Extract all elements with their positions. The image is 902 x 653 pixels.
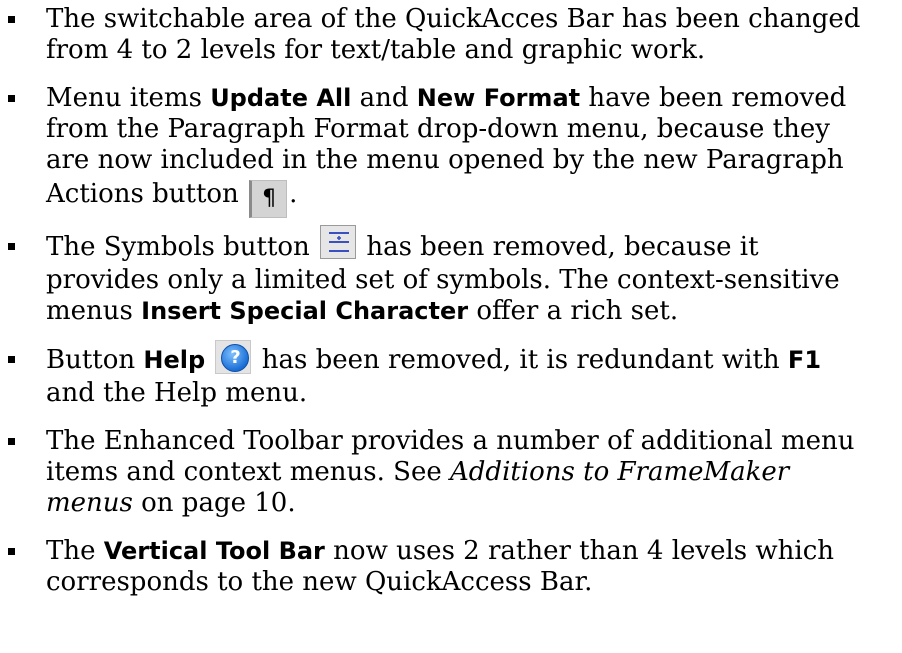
item-text: The — [46, 536, 104, 566]
list-item: Button Help ? has been removed, it is re… — [0, 340, 862, 409]
list-item: Menu items Update All and New Format hav… — [0, 83, 862, 218]
item-text: The switchable area of the QuickAcces Ba… — [46, 4, 861, 65]
bullet — [8, 16, 15, 23]
f1-key-label: F1 — [787, 346, 822, 374]
item-text: and — [351, 83, 417, 113]
insert-special-character-label: Insert Special Character — [141, 297, 469, 325]
item-text: and the Help menu. — [46, 378, 308, 408]
item-text: on page 10. — [132, 488, 296, 518]
bullet — [8, 438, 15, 445]
bullet-list: The switchable area of the QuickAcces Ba… — [0, 4, 902, 615]
item-text: has been removed, it is redundant with — [253, 345, 788, 375]
item-text: Button — [46, 345, 144, 375]
bullet — [8, 356, 15, 363]
list-item: The switchable area of the QuickAcces Ba… — [0, 4, 862, 66]
list-item: The Vertical Tool Bar now uses 2 rather … — [0, 536, 862, 598]
item-text: offer a rich set. — [468, 296, 679, 326]
new-format-label: New Format — [416, 84, 581, 112]
bullet — [8, 95, 15, 102]
list-item: The Symbols button has been removed, bec… — [0, 225, 862, 327]
paragraph-actions-button[interactable]: ¶ — [249, 180, 288, 218]
item-text: . — [289, 179, 298, 209]
item-text: The Symbols button — [46, 232, 319, 262]
vertical-tool-bar-label: Vertical Tool Bar — [103, 537, 325, 565]
help-label: Help — [143, 346, 206, 374]
help-icon: ? — [221, 344, 250, 372]
help-button[interactable]: ? — [215, 340, 252, 374]
bullet — [8, 243, 15, 250]
list-item: The Enhanced Toolbar provides a number o… — [0, 426, 862, 519]
update-all-label: Update All — [210, 84, 352, 112]
bullet — [8, 548, 15, 555]
pilcrow-icon: ¶ — [262, 186, 277, 211]
item-text: Menu items — [46, 83, 211, 113]
symbols-button[interactable] — [320, 225, 357, 259]
symbols-icon — [329, 232, 350, 252]
